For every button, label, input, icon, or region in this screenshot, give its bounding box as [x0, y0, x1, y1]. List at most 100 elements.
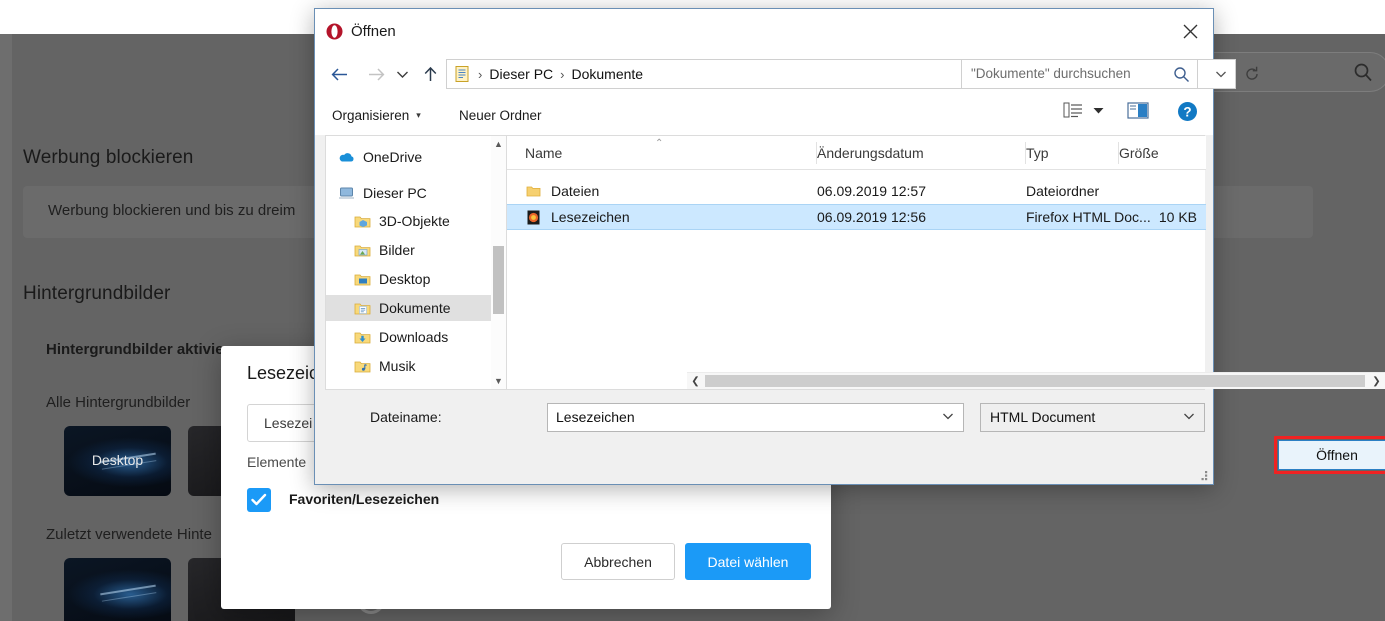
bookmarks-checkbox[interactable]	[247, 488, 271, 512]
file-size-cell: 10 KB	[1158, 209, 1197, 225]
wallpaper-toggle-label: Hintergrundbilder aktivie	[46, 341, 224, 358]
wallpaper-thumb[interactable]	[64, 558, 171, 621]
arrow-right-icon	[361, 59, 391, 89]
close-icon[interactable]	[1167, 9, 1213, 53]
organize-label: Organisieren	[332, 107, 410, 123]
help-icon[interactable]: ?	[1177, 101, 1198, 122]
breadcrumb-item-this-pc[interactable]: Dieser PC	[489, 66, 553, 82]
new-folder-button[interactable]: Neuer Ordner	[459, 104, 542, 126]
refresh-icon[interactable]	[1239, 59, 1265, 89]
navigation-pane-scrollbar[interactable]: ▲ ▼	[491, 136, 506, 389]
chevron-down-icon[interactable]	[1183, 411, 1195, 423]
chevron-down-icon[interactable]: ▼	[491, 373, 506, 389]
file-name-cell: Dateien	[525, 183, 599, 200]
open-button[interactable]: Öffnen	[1278, 440, 1385, 470]
column-header-type[interactable]: Typ	[1026, 136, 1119, 169]
column-header-size[interactable]: Größe	[1119, 136, 1206, 169]
file-list-horizontal-scrollbar[interactable]: ❮ ❯	[687, 372, 1385, 389]
recent-wallpapers-label: Zuletzt verwendete Hinte	[46, 526, 212, 543]
search-placeholder: "Dokumente" durchsuchen	[971, 66, 1131, 81]
section-heading-wallpapers: Hintergrundbilder	[23, 283, 171, 304]
file-date-cell: 06.09.2019 12:57	[817, 183, 926, 199]
section-heading-ads: Werbung blockieren	[23, 147, 194, 168]
file-date-cell: 06.09.2019 12:56	[817, 209, 926, 225]
breadcrumb-separator: ›	[478, 66, 483, 82]
chevron-down-icon[interactable]	[1215, 67, 1227, 81]
settings-left-rail	[0, 34, 12, 621]
folder-documents-icon	[354, 300, 371, 317]
arrow-left-icon[interactable]	[324, 59, 354, 89]
file-list-pane: ⌃ Name Änderungsdatum Typ Größe Dateien …	[506, 136, 1385, 389]
view-list-icon[interactable]	[1063, 101, 1104, 119]
this-pc-icon	[338, 185, 355, 202]
choose-file-button[interactable]: Datei wählen	[685, 543, 811, 580]
wallpaper-thumb-label: Desktop	[91, 452, 144, 468]
breadcrumb-item-documents[interactable]: Dokumente	[571, 66, 643, 82]
chevron-right-icon[interactable]: ❯	[1368, 373, 1385, 389]
file-list-header: ⌃ Name Änderungsdatum Typ Größe	[507, 136, 1206, 170]
folder-pictures-icon	[354, 242, 371, 259]
all-wallpapers-label: Alle Hintergrundbilder	[46, 394, 191, 411]
folder-music-icon	[354, 358, 371, 375]
import-cancel-button[interactable]: Abbrechen	[561, 543, 675, 580]
wallpaper-thumb[interactable]: Desktop	[64, 426, 171, 496]
file-name-cell: Lesezeichen	[525, 209, 630, 226]
file-type-cell: Dateiordner	[1026, 183, 1100, 199]
opera-logo-icon	[326, 23, 343, 40]
breadcrumb-separator: ›	[560, 66, 565, 82]
import-source-value: Lesezei	[264, 415, 313, 431]
svg-text:?: ?	[1183, 105, 1191, 120]
import-dialog-title: Lesezeic	[247, 363, 319, 383]
filename-row: Dateiname: Lesezeichen HTML Document	[325, 403, 1205, 433]
firefox-html-doc-icon	[525, 209, 542, 226]
sidebar-label: 3D-Objekte	[379, 213, 450, 229]
chevron-down-icon: ▾	[416, 109, 421, 120]
sidebar-label: Desktop	[379, 271, 431, 287]
chevron-up-icon[interactable]: ▲	[491, 136, 506, 152]
dialog-title: Öffnen	[351, 23, 396, 40]
search-icon	[1173, 66, 1190, 88]
folder-downloads-icon	[354, 329, 371, 346]
sidebar-item-onedrive[interactable]: OneDrive	[326, 144, 491, 170]
chevron-down-icon[interactable]	[391, 59, 413, 89]
sidebar-item-pictures[interactable]: Bilder	[326, 237, 491, 263]
ad-block-description: Werbung blockieren und bis zu dreim	[48, 202, 296, 219]
sidebar-label: Downloads	[379, 329, 449, 345]
column-header-name[interactable]: Name	[525, 136, 817, 169]
dialog-title-bar: Öffnen	[315, 9, 1213, 53]
column-header-date[interactable]: Änderungsdatum	[817, 136, 1026, 169]
filename-value: Lesezeichen	[556, 409, 635, 425]
chevron-left-icon[interactable]: ❮	[687, 373, 704, 389]
sidebar-item-downloads[interactable]: Downloads	[326, 324, 491, 350]
resize-grip-icon[interactable]	[1197, 469, 1209, 481]
filename-label: Dateiname:	[370, 409, 442, 425]
scrollbar-thumb[interactable]	[705, 375, 1365, 387]
chevron-down-icon[interactable]	[942, 411, 954, 423]
sidebar-item-desktop[interactable]: Desktop	[326, 266, 491, 292]
file-name-label: Dateien	[551, 183, 600, 199]
scrollbar-thumb[interactable]	[493, 246, 504, 314]
column-label: Änderungsdatum	[817, 144, 924, 161]
folder-3d-icon	[354, 213, 371, 230]
organize-button[interactable]: Organisieren ▾	[332, 104, 421, 126]
sidebar-item-this-pc[interactable]: Dieser PC	[326, 180, 491, 206]
dialog-content-area: OneDrive Dieser PC 3D-Objekte Bilder Des…	[325, 135, 1385, 390]
sidebar-item-3d-objects[interactable]: 3D-Objekte	[326, 208, 491, 234]
filetype-select[interactable]: HTML Document	[980, 403, 1205, 432]
column-label: Name	[525, 144, 563, 161]
dialog-toolbar: Organisieren ▾ Neuer Ordner ?	[315, 95, 1213, 135]
table-row[interactable]: Dateien 06.09.2019 12:57 Dateiordner	[507, 178, 1206, 204]
table-row[interactable]: Lesezeichen 06.09.2019 12:56 Firefox HTM…	[507, 204, 1206, 230]
sidebar-item-music[interactable]: Musik	[326, 353, 491, 379]
sidebar-label: Dokumente	[379, 300, 451, 316]
bookmarks-checkbox-label: Favoriten/Lesezeichen	[289, 491, 440, 507]
filename-input[interactable]: Lesezeichen	[547, 403, 964, 432]
preview-pane-icon[interactable]	[1127, 101, 1149, 120]
sidebar-label: Dieser PC	[363, 185, 427, 201]
onedrive-cloud-icon	[338, 149, 355, 166]
sidebar-item-documents[interactable]: Dokumente	[326, 295, 491, 321]
search-input[interactable]: "Dokumente" durchsuchen	[961, 59, 1198, 89]
arrow-up-icon[interactable]	[415, 59, 445, 89]
folder-desktop-icon	[354, 271, 371, 288]
chevron-down-icon[interactable]	[1093, 101, 1104, 119]
